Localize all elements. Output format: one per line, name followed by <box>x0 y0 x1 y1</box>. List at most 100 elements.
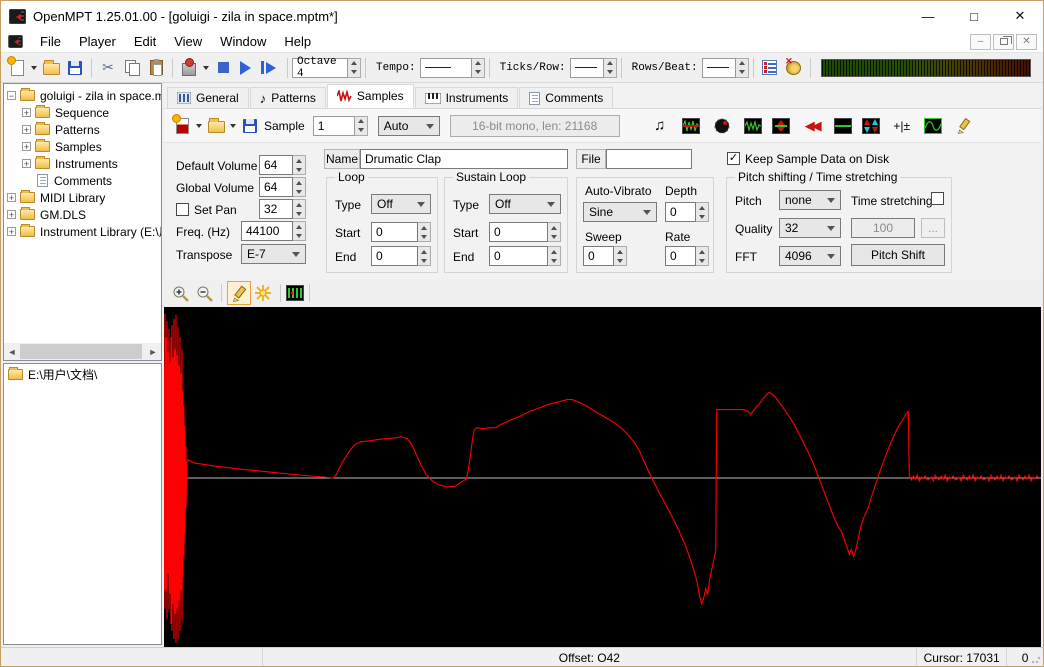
ticks-row-box[interactable] <box>570 58 604 78</box>
new-button[interactable] <box>5 56 29 80</box>
mdi-close-button[interactable]: ✕ <box>1016 34 1037 50</box>
vibrato-sweep-spin[interactable]: 0 <box>583 246 627 266</box>
midi-record-button[interactable] <box>177 56 201 80</box>
paste-button[interactable] <box>144 56 168 80</box>
rows-beat-spinner[interactable] <box>736 58 749 78</box>
tree-item-comments[interactable]: Comments <box>4 172 161 189</box>
normalize-button[interactable] <box>682 118 700 134</box>
save-button[interactable] <box>63 56 87 80</box>
tempo-spinner[interactable] <box>472 58 485 78</box>
midi-record-dropdown[interactable] <box>201 56 211 80</box>
octave-box[interactable]: Octave 4 <box>292 58 348 78</box>
silence-button[interactable] <box>834 118 852 134</box>
resample-button[interactable] <box>744 118 762 134</box>
song-properties-button[interactable] <box>758 56 782 80</box>
open-button[interactable] <box>39 56 63 80</box>
expand-icon[interactable]: + <box>22 125 31 134</box>
loop-end-spin[interactable]: 0 <box>371 246 431 266</box>
invert-button[interactable] <box>862 118 880 134</box>
tab-samples[interactable]: Samples <box>327 84 414 108</box>
menu-window[interactable]: Window <box>211 32 275 51</box>
library-path-item[interactable]: E:\用户\文档\ <box>4 364 161 382</box>
zoom-in-button[interactable] <box>168 281 192 305</box>
tree-item-root[interactable]: − goluigi - zila in space.mp <box>4 87 161 104</box>
sample-number-box[interactable]: 1 <box>313 116 355 136</box>
pitch-shift-button[interactable]: Pitch Shift <box>851 244 945 266</box>
menu-player[interactable]: Player <box>70 32 125 51</box>
expand-icon[interactable]: + <box>7 227 16 236</box>
mdi-restore-button[interactable] <box>993 34 1014 50</box>
keep-on-disk-checkbox[interactable]: ✓ <box>727 152 740 165</box>
tree-item-instruments[interactable]: + Instruments <box>4 155 161 172</box>
tab-patterns[interactable]: ♪ Patterns <box>250 87 326 108</box>
tempo-box[interactable] <box>420 58 472 78</box>
new-sample-button[interactable] <box>170 114 194 138</box>
stereo-separation-button[interactable] <box>772 118 790 134</box>
menu-view[interactable]: View <box>165 32 211 51</box>
fft-select[interactable]: 4096 <box>779 246 841 266</box>
cut-button[interactable]: ✂ <box>96 56 120 80</box>
amplify-button[interactable] <box>710 114 734 138</box>
midi-mute-button[interactable] <box>782 56 806 80</box>
quality-select[interactable]: 32 <box>779 218 841 238</box>
stop-button[interactable] <box>211 56 235 80</box>
new-sample-dropdown[interactable] <box>194 114 204 138</box>
reverse-button[interactable]: ◀◀ <box>800 114 824 138</box>
resize-grip[interactable] <box>1031 654 1041 664</box>
tree-item-patterns[interactable]: + Patterns <box>4 121 161 138</box>
open-sample-button[interactable] <box>204 114 228 138</box>
global-volume-spin[interactable]: 64 <box>259 177 306 197</box>
ticks-row-spinner[interactable] <box>604 58 617 78</box>
scroll-thumb[interactable] <box>20 344 142 359</box>
mdi-minimize-button[interactable]: – <box>970 34 991 50</box>
pitch-select[interactable]: none <box>779 190 841 210</box>
channel-view-button[interactable] <box>286 285 304 301</box>
tab-comments[interactable]: Comments <box>519 87 613 108</box>
play-from-start-button[interactable] <box>259 56 283 80</box>
expand-icon[interactable]: + <box>7 193 16 202</box>
tab-instruments[interactable]: Instruments <box>415 87 519 108</box>
play-button[interactable] <box>235 56 259 80</box>
zoom-out-button[interactable] <box>192 281 216 305</box>
loop-type-select[interactable]: Off <box>371 194 431 214</box>
draw-mode-button[interactable] <box>227 281 251 305</box>
waveform-display[interactable] <box>164 307 1041 647</box>
autotune-button[interactable] <box>924 118 942 134</box>
rows-beat-box[interactable] <box>702 58 736 78</box>
menu-help[interactable]: Help <box>275 32 320 51</box>
expand-icon[interactable]: + <box>22 142 31 151</box>
unsign-button[interactable]: +|± <box>890 114 914 138</box>
close-button[interactable]: ✕ <box>997 1 1043 31</box>
sample-number-spinner[interactable] <box>355 116 368 136</box>
sustain-end-spin[interactable]: 0 <box>489 246 561 266</box>
tree-item-samples[interactable]: + Samples <box>4 138 161 155</box>
maximize-button[interactable]: □ <box>951 1 997 31</box>
default-volume-spin[interactable]: 64 <box>259 155 306 175</box>
tree-horizontal-scrollbar[interactable]: ◄ ► <box>4 343 161 360</box>
tab-general[interactable]: General <box>167 87 249 108</box>
set-pan-spin[interactable]: 32 <box>259 199 306 219</box>
scroll-left-arrow[interactable]: ◄ <box>4 343 20 360</box>
transpose-select[interactable]: E-7 <box>241 244 306 264</box>
sustain-start-spin[interactable]: 0 <box>489 222 561 242</box>
tree-item-gm-dls[interactable]: + GM.DLS <box>4 206 161 223</box>
tree-item-midi-library[interactable]: + MIDI Library <box>4 189 161 206</box>
collapse-icon[interactable]: − <box>7 91 16 100</box>
tree-item-instrument-library[interactable]: + Instrument Library (E:\用 <box>4 223 161 240</box>
menu-file[interactable]: File <box>31 32 70 51</box>
mdi-document-icon[interactable] <box>8 35 22 48</box>
expand-icon[interactable]: + <box>22 159 31 168</box>
expand-icon[interactable]: + <box>7 210 16 219</box>
open-sample-dropdown[interactable] <box>228 114 238 138</box>
sustain-type-select[interactable]: Off <box>489 194 561 214</box>
copy-button[interactable] <box>120 56 144 80</box>
draw-toggle-button[interactable] <box>952 114 976 138</box>
loop-start-spin[interactable]: 0 <box>371 222 431 242</box>
scroll-track[interactable] <box>20 343 145 360</box>
save-sample-button[interactable] <box>238 114 262 138</box>
freq-spin[interactable]: 44100 <box>241 221 306 241</box>
new-dropdown[interactable] <box>29 56 39 80</box>
vibrato-rate-spin[interactable]: 0 <box>665 246 709 266</box>
minimize-button[interactable]: — <box>905 1 951 31</box>
tree-item-sequence[interactable]: + Sequence <box>4 104 161 121</box>
